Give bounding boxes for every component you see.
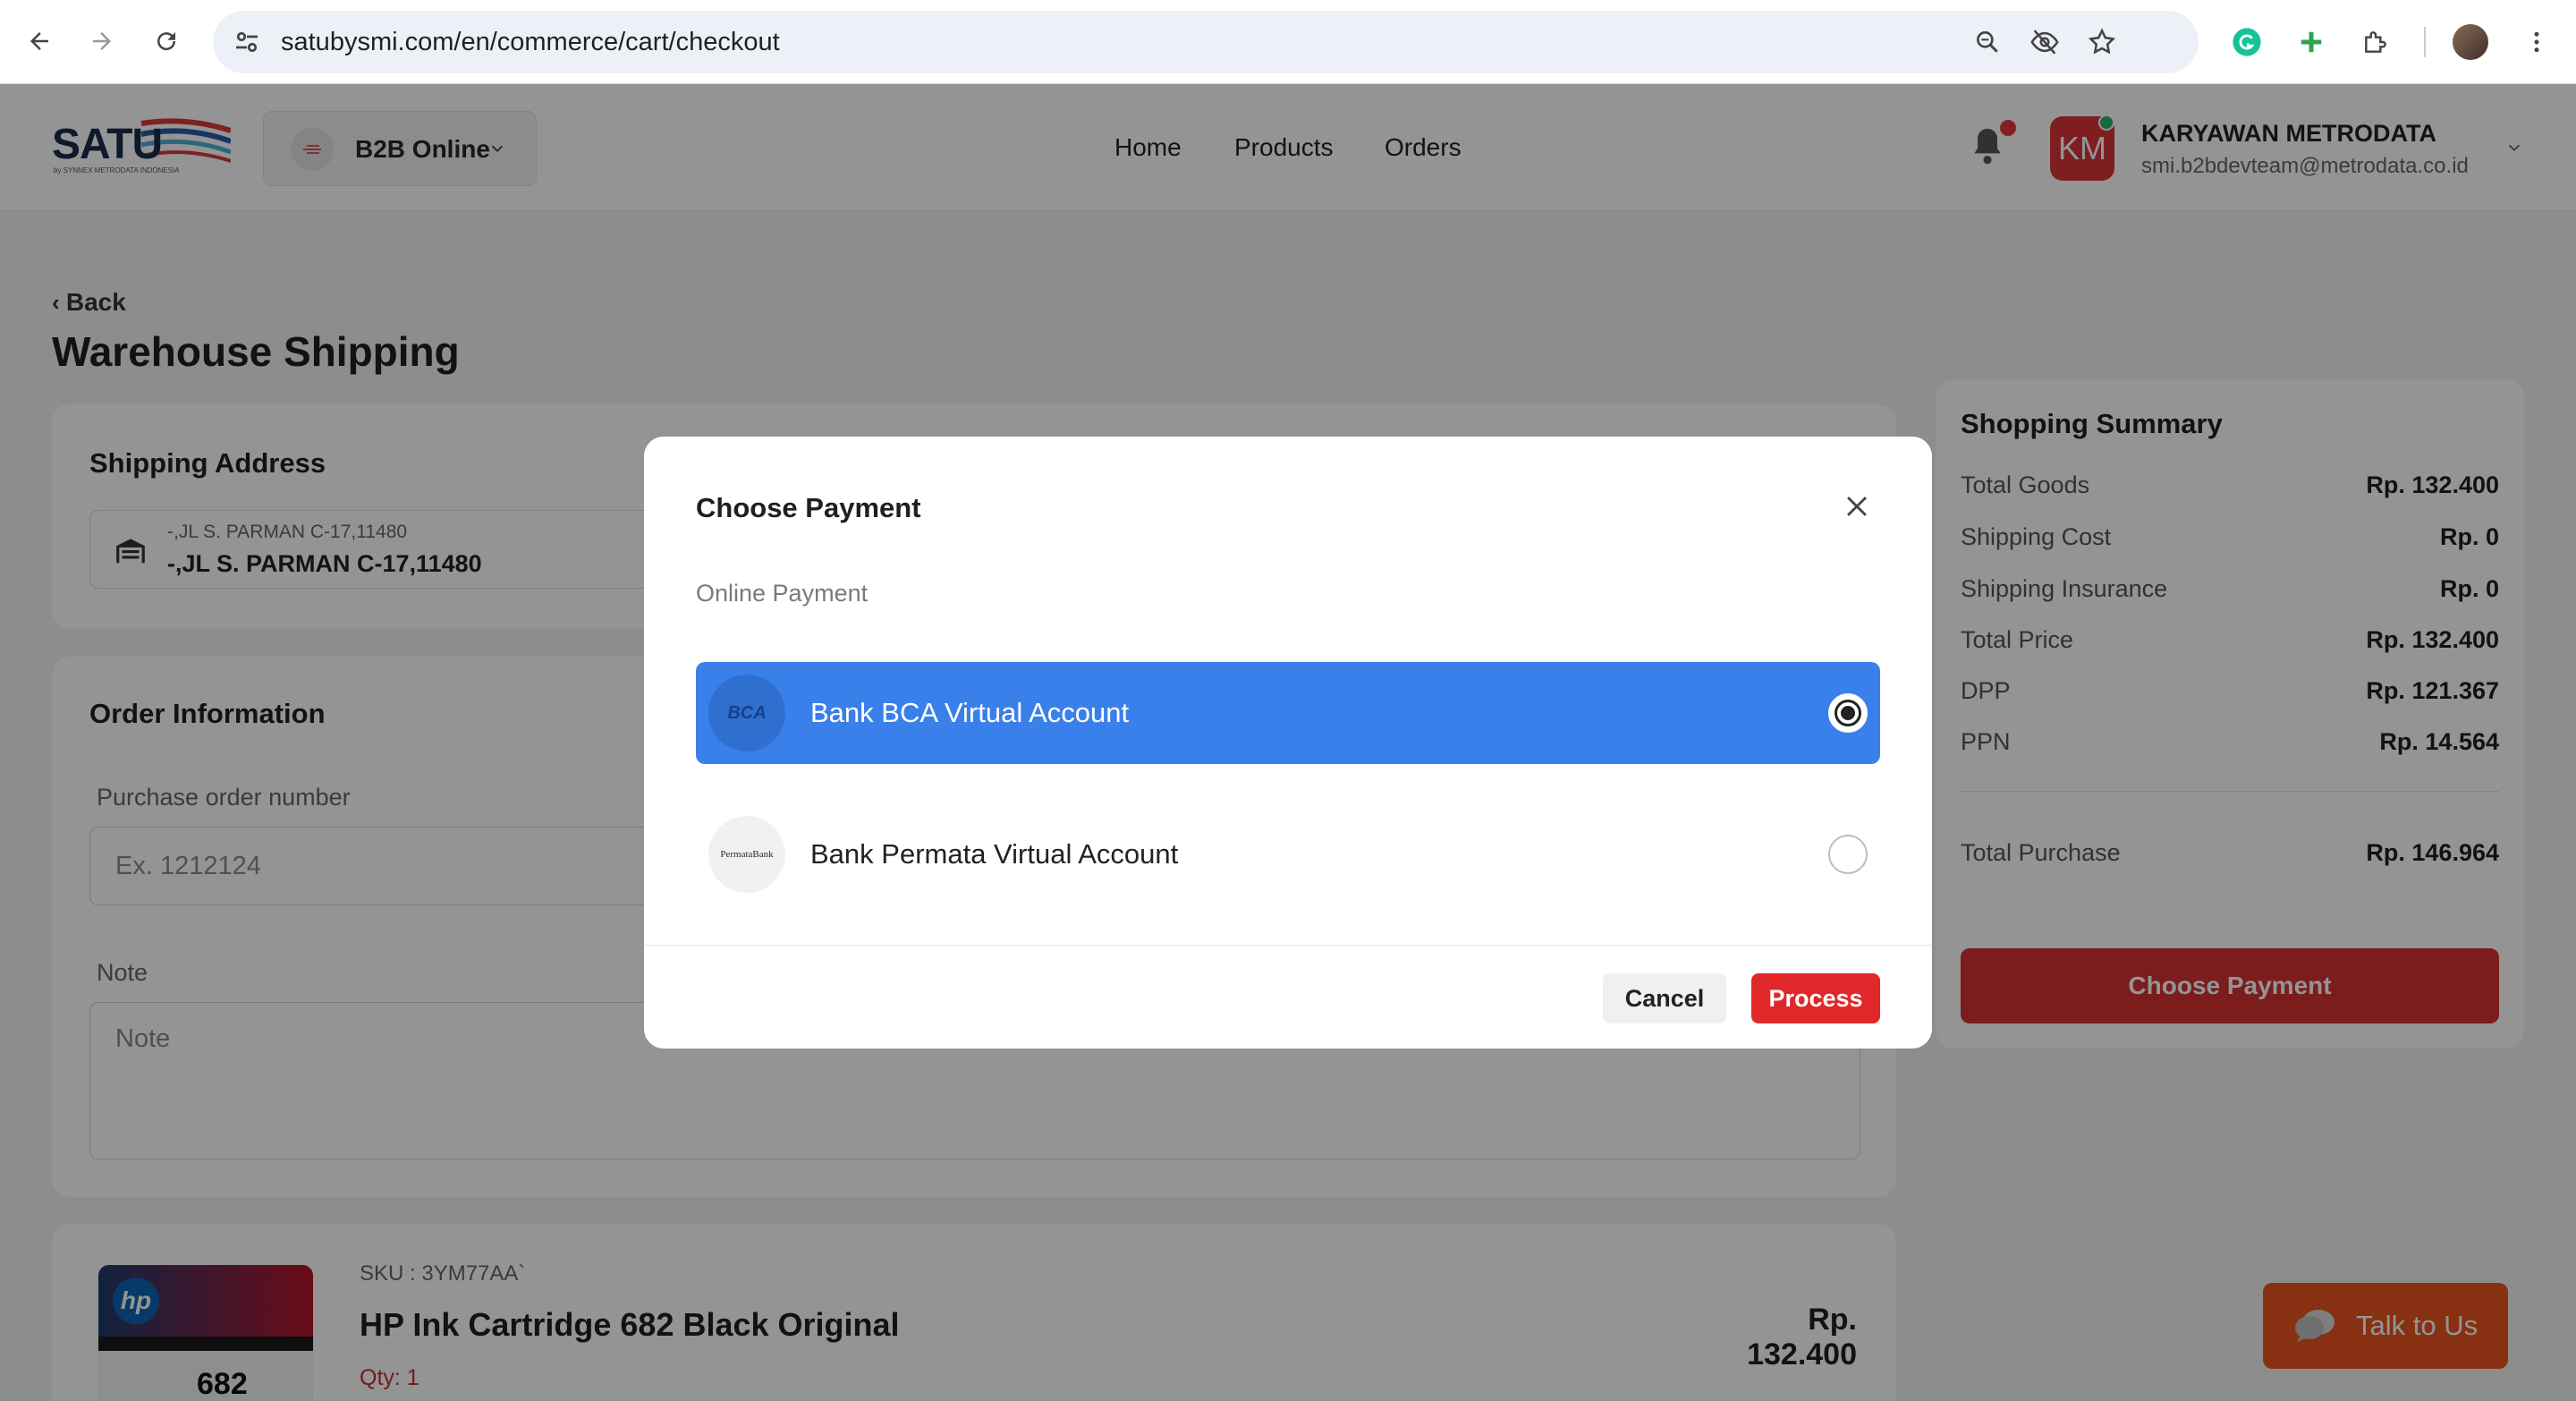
process-button[interactable]: Process [1751, 973, 1880, 1023]
modal-title: Choose Payment [696, 492, 921, 523]
modal-footer-divider [644, 945, 1932, 946]
url-text[interactable]: satubysmi.com/en/commerce/cart/checkout [281, 11, 780, 73]
address-bar[interactable]: satubysmi.com/en/commerce/cart/checkout [213, 11, 2199, 73]
forward-icon[interactable] [80, 20, 123, 63]
star-icon[interactable] [2086, 26, 2118, 58]
eye-off-icon[interactable] [2029, 26, 2061, 58]
radio-permata[interactable] [1828, 835, 1868, 874]
zoom-icon[interactable] [1971, 26, 2004, 58]
grammarly-icon[interactable] [2225, 21, 2268, 64]
more-icon[interactable] [2515, 21, 2558, 64]
payment-option-permata-label: Bank Permata Virtual Account [810, 838, 1179, 870]
plus-extension-icon[interactable] [2290, 21, 2333, 64]
radio-bca-selected[interactable] [1828, 693, 1868, 733]
toolbar-divider [2424, 27, 2426, 57]
online-payment-label: Online Payment [696, 580, 869, 607]
bca-logo-icon: BCA [708, 675, 785, 751]
payment-option-permata[interactable]: PermataBank Bank Permata Virtual Account [696, 803, 1880, 905]
back-icon[interactable] [18, 20, 61, 63]
payment-option-bca[interactable]: BCA Bank BCA Virtual Account [696, 662, 1880, 764]
permata-logo-icon: PermataBank [708, 816, 785, 893]
browser-toolbar: satubysmi.com/en/commerce/cart/checkout [0, 0, 2576, 84]
site-settings-icon[interactable] [231, 26, 263, 63]
puzzle-icon[interactable] [2354, 21, 2397, 64]
close-icon[interactable] [1835, 485, 1878, 528]
profile-icon[interactable] [2449, 21, 2492, 64]
reload-icon[interactable] [145, 20, 188, 63]
cancel-button[interactable]: Cancel [1603, 973, 1726, 1023]
payment-option-bca-label: Bank BCA Virtual Account [810, 697, 1130, 728]
choose-payment-modal: Choose Payment Online Payment BCA Bank B… [644, 437, 1932, 1049]
